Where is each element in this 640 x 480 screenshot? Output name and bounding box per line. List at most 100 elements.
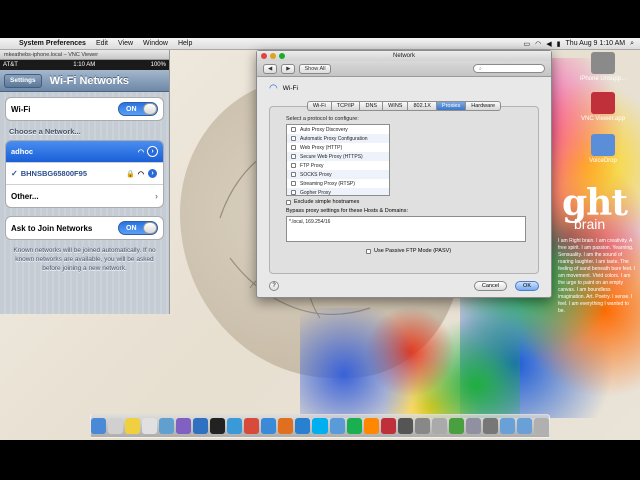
show-all-button[interactable]: Show All — [299, 63, 331, 74]
protocol-label: Web Proxy (HTTP) — [300, 144, 343, 151]
ask-join-toggle[interactable]: ON — [118, 221, 158, 235]
vmware-icon[interactable] — [465, 418, 481, 434]
spotify-icon[interactable] — [346, 418, 362, 434]
trash-icon[interactable] — [533, 418, 549, 434]
network-row-other[interactable]: Other... › — [6, 185, 163, 207]
protocol-row[interactable]: Gopher Proxy — [287, 188, 389, 195]
settings-tabs: Wi-Fi TCP/IP DNS WINS 802.1X Proxies Har… — [257, 101, 551, 111]
vnc-icon[interactable] — [380, 418, 396, 434]
notes-icon[interactable] — [125, 418, 141, 434]
menu-window[interactable]: Window — [138, 40, 173, 47]
protocol-row[interactable]: Secure Web Proxy (HTTPS) — [287, 152, 389, 161]
tab-tcpip[interactable]: TCP/IP — [330, 101, 360, 111]
dialog-buttons: Cancel OK — [473, 281, 539, 291]
cancel-button[interactable]: Cancel — [473, 281, 508, 291]
forward-button[interactable]: ▶ — [281, 63, 296, 74]
ok-button[interactable]: OK — [515, 281, 539, 291]
tab-dns[interactable]: DNS — [359, 101, 383, 111]
desktop-icon-iphone-unsupported[interactable]: iPhone Unsupp... — [572, 52, 634, 82]
passive-ftp-option[interactable]: Use Passive FTP Mode (PASV) — [366, 248, 530, 254]
tab-proxies[interactable]: Proxies — [435, 101, 466, 111]
network-icon[interactable] — [431, 418, 447, 434]
search-field[interactable]: ⌕ — [473, 64, 545, 73]
checkbox[interactable] — [286, 199, 291, 205]
chrome-icon[interactable] — [244, 418, 260, 434]
terminal-icon[interactable] — [210, 418, 226, 434]
checkbox[interactable] — [291, 163, 296, 168]
skype-icon[interactable] — [312, 418, 328, 434]
protocol-row[interactable]: Streaming Proxy (RTSP) — [287, 179, 389, 188]
voicedrop-icon — [591, 134, 615, 156]
firefox-icon[interactable] — [278, 418, 294, 434]
preview-icon[interactable] — [159, 418, 175, 434]
checkbox[interactable] — [291, 172, 296, 177]
bypass-hosts-field[interactable]: *.local, 169.254/16 — [286, 216, 526, 242]
protocol-row[interactable]: Automatic Proxy Configuration — [287, 134, 389, 143]
settings-back-button[interactable]: Settings — [4, 73, 42, 88]
menu-app-name[interactable]: System Preferences — [14, 40, 91, 47]
network-list: adhoc ◠ › ✓ BHNSBG65800F95 🔒 ◠ › Other..… — [5, 140, 164, 208]
checkbox[interactable] — [291, 145, 296, 150]
network-row-bhnsbg[interactable]: ✓ BHNSBG65800F95 🔒 ◠ › — [6, 163, 163, 185]
back-button[interactable]: ◀ — [263, 63, 278, 74]
desktop-icon-voicedrop[interactable]: VoiceDrop — [572, 134, 634, 164]
checkbox[interactable] — [366, 248, 371, 254]
folder-icon[interactable] — [499, 418, 515, 434]
tab-wins[interactable]: WINS — [382, 101, 408, 111]
checkbox[interactable] — [291, 181, 296, 186]
wifi-status-icon[interactable]: ◠ — [535, 40, 541, 48]
safari-icon[interactable] — [261, 418, 277, 434]
detail-disclosure-icon[interactable]: › — [147, 168, 158, 179]
known-networks-note: Known networks will be joined automatica… — [13, 247, 156, 272]
vlc-icon[interactable] — [363, 418, 379, 434]
finder-icon[interactable] — [91, 418, 107, 434]
scripts-icon[interactable] — [414, 418, 430, 434]
detail-disclosure-icon[interactable]: › — [147, 146, 158, 157]
network-row-adhoc[interactable]: adhoc ◠ › — [6, 141, 163, 163]
downloads-icon[interactable] — [516, 418, 532, 434]
menu-edit[interactable]: Edit — [91, 40, 113, 47]
protocol-row[interactable]: Web Proxy (HTTP) — [287, 143, 389, 152]
vnc-app-icon — [591, 92, 615, 114]
textedit-icon[interactable] — [142, 418, 158, 434]
menu-help[interactable]: Help — [173, 40, 197, 47]
utorrent-icon[interactable] — [448, 418, 464, 434]
spotlight-icon[interactable]: ⌕ — [630, 40, 634, 48]
photos-icon[interactable] — [176, 418, 192, 434]
desktop-icon-vnc-viewer[interactable]: VNC Viewer.app — [572, 92, 634, 122]
protocol-label: Streaming Proxy (RTSP) — [300, 180, 355, 187]
pen-icon[interactable] — [397, 418, 413, 434]
tab-8021x[interactable]: 802.1X — [407, 101, 436, 111]
tab-hardware[interactable]: Hardware — [465, 101, 502, 111]
checkbox[interactable] — [291, 127, 296, 132]
close-icon[interactable] — [261, 53, 267, 59]
mail-icon[interactable] — [295, 418, 311, 434]
lock-icon: 🔒 — [126, 170, 135, 178]
calendar-icon[interactable] — [108, 418, 124, 434]
tab-wifi[interactable]: Wi-Fi — [306, 101, 331, 111]
xcode-icon[interactable] — [193, 418, 209, 434]
itunes2-icon[interactable] — [329, 418, 345, 434]
itunes-icon[interactable] — [227, 418, 243, 434]
battery-icon[interactable]: ▮ — [557, 40, 561, 48]
exclude-simple-hostnames[interactable]: Exclude simple hostnames — [286, 199, 530, 205]
display-icon[interactable]: ▭ — [524, 40, 531, 48]
zoom-icon[interactable] — [279, 53, 285, 59]
sysprefs-icon[interactable] — [482, 418, 498, 434]
network-row-icons: ◠ › — [138, 146, 158, 157]
protocol-row[interactable]: SOCKS Proxy — [287, 170, 389, 179]
protocol-row[interactable]: Auto Proxy Discovery — [287, 125, 389, 134]
minimize-icon[interactable] — [270, 53, 276, 59]
wifi-toggle[interactable]: ON — [118, 102, 158, 116]
protocol-list: Auto Proxy Discovery Automatic Proxy Con… — [286, 124, 390, 196]
ios-wifi-list: Wi-Fi ON Choose a Network... adhoc ◠ › ✓… — [0, 92, 169, 314]
menubar-clock[interactable]: Thu Aug 9 1:10 AM — [566, 40, 626, 47]
checkbox[interactable] — [291, 154, 296, 159]
help-button[interactable]: ? — [269, 281, 279, 291]
network-name: adhoc — [11, 147, 34, 156]
volume-icon[interactable]: ◀ — [546, 40, 551, 48]
checkbox[interactable] — [291, 136, 296, 141]
protocol-row[interactable]: FTP Proxy — [287, 161, 389, 170]
menu-view[interactable]: View — [113, 40, 138, 47]
checkbox[interactable] — [291, 190, 296, 195]
